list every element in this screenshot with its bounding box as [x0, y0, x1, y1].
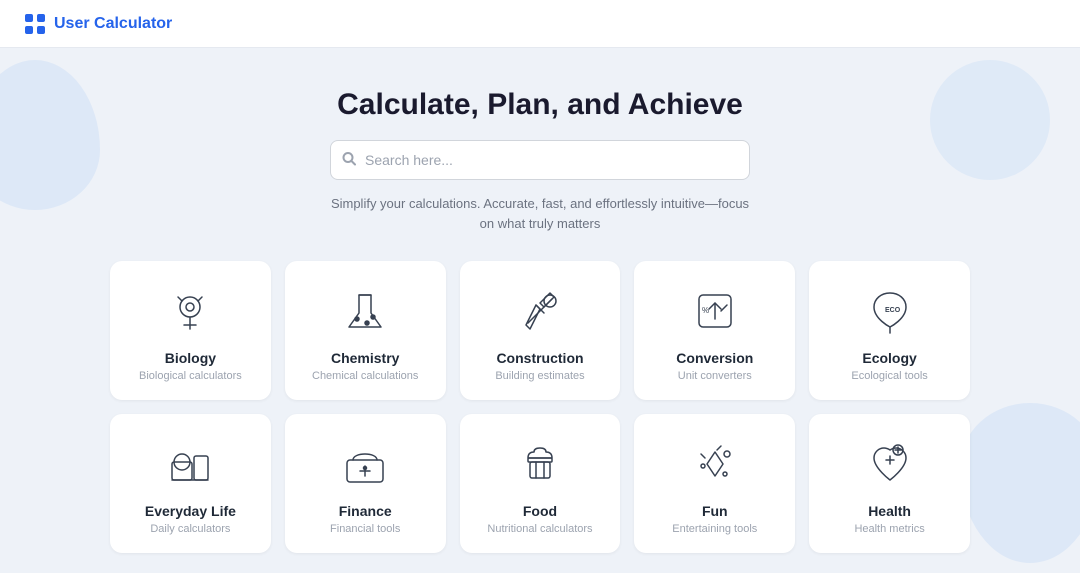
conversion-icon: % [685, 283, 745, 338]
card-construction-title: Construction [496, 350, 583, 366]
construction-icon [510, 283, 570, 338]
card-chemistry[interactable]: Chemistry Chemical calculations [285, 261, 446, 400]
logo-area[interactable]: User Calculator [24, 13, 172, 35]
card-everyday-life[interactable]: Everyday Life Daily calculators [110, 414, 271, 553]
card-ecology-title: Ecology [862, 350, 916, 366]
card-construction-subtitle: Building estimates [495, 370, 584, 382]
card-biology-title: Biology [165, 350, 216, 366]
grid-icon [24, 13, 46, 35]
card-finance-title: Finance [339, 503, 392, 519]
chemistry-icon [335, 283, 395, 338]
subtitle-text: Simplify your calculations. Accurate, fa… [330, 194, 750, 233]
search-icon [342, 152, 356, 169]
page-title: Calculate, Plan, and Achieve [337, 88, 743, 122]
search-wrapper [330, 140, 750, 180]
main-content: Calculate, Plan, and Achieve Simplify yo… [0, 48, 1080, 573]
card-conversion-subtitle: Unit converters [678, 370, 752, 382]
header: User Calculator [0, 0, 1080, 48]
card-everyday-title: Everyday Life [145, 503, 236, 519]
everyday-icon [160, 436, 220, 491]
health-icon [860, 436, 920, 491]
finance-icon [335, 436, 395, 491]
svg-text:ECO: ECO [885, 307, 901, 314]
svg-text:%: % [702, 306, 709, 315]
food-icon [510, 436, 570, 491]
card-biology[interactable]: Biology Biological calculators [110, 261, 271, 400]
card-fun-subtitle: Entertaining tools [672, 523, 757, 535]
logo-text: User Calculator [54, 15, 172, 33]
card-fun[interactable]: Fun Entertaining tools [634, 414, 795, 553]
card-chemistry-title: Chemistry [331, 350, 399, 366]
card-fun-title: Fun [702, 503, 728, 519]
search-input[interactable] [330, 140, 750, 180]
card-chemistry-subtitle: Chemical calculations [312, 370, 418, 382]
cards-grid: Biology Biological calculators Chemistry… [110, 261, 970, 553]
card-ecology[interactable]: ECO Ecology Ecological tools [809, 261, 970, 400]
card-conversion-title: Conversion [676, 350, 753, 366]
card-health-title: Health [868, 503, 911, 519]
card-food-title: Food [523, 503, 557, 519]
card-conversion[interactable]: % Conversion Unit converters [634, 261, 795, 400]
card-finance-subtitle: Financial tools [330, 523, 400, 535]
card-ecology-subtitle: Ecological tools [851, 370, 927, 382]
biology-icon [160, 283, 220, 338]
card-food-subtitle: Nutritional calculators [487, 523, 592, 535]
card-biology-subtitle: Biological calculators [139, 370, 242, 382]
card-construction[interactable]: Construction Building estimates [460, 261, 621, 400]
fun-icon [685, 436, 745, 491]
card-health-subtitle: Health metrics [854, 523, 924, 535]
card-health[interactable]: Health Health metrics [809, 414, 970, 553]
card-food[interactable]: Food Nutritional calculators [460, 414, 621, 553]
card-finance[interactable]: Finance Financial tools [285, 414, 446, 553]
ecology-icon: ECO [860, 283, 920, 338]
card-everyday-subtitle: Daily calculators [150, 523, 230, 535]
